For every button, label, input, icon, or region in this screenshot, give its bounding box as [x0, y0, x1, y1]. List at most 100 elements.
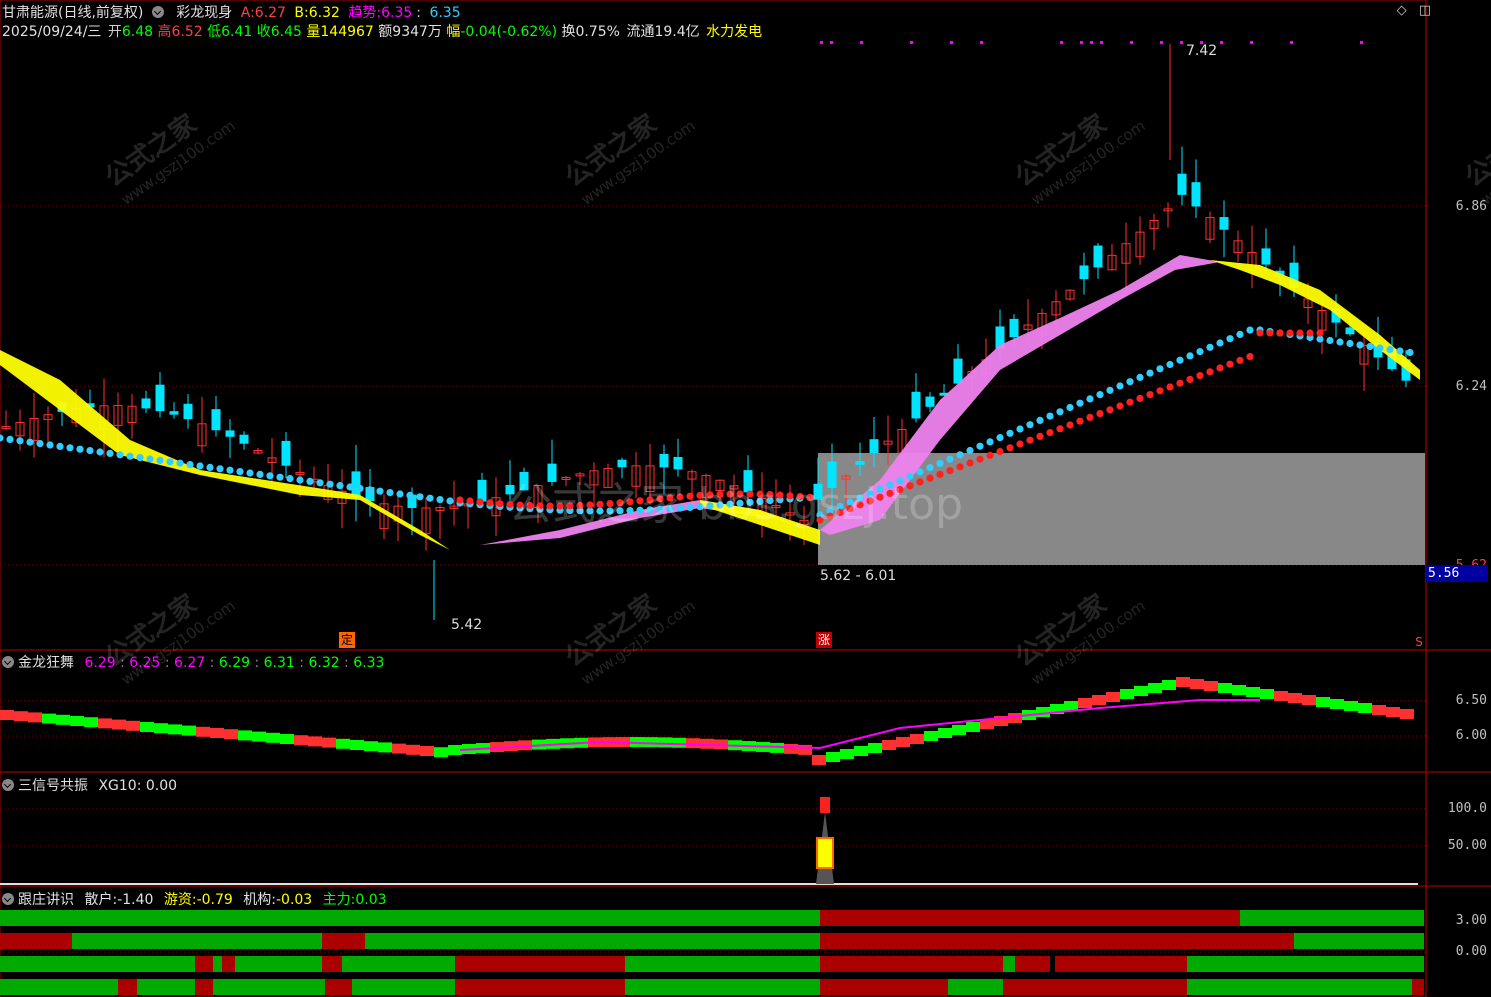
pane3-band-segment	[455, 956, 625, 972]
pane3-band-segment	[352, 979, 455, 995]
pane2-tick-2: 50.00	[1447, 838, 1487, 853]
pane2-xg-label: XG10:	[98, 778, 142, 794]
ma-dot-blue	[1076, 399, 1084, 407]
candle-body	[1177, 173, 1187, 195]
ma-dot-blue	[1196, 348, 1204, 356]
ma-dot-blue	[206, 463, 214, 471]
pane1-step	[1302, 695, 1316, 705]
ma-dot-blue	[1376, 344, 1384, 352]
ma-dot-blue	[6, 435, 14, 443]
diamond-icon[interactable]: ◇	[1397, 3, 1407, 18]
chevron-down-icon[interactable]	[151, 6, 164, 18]
ma-dot-blue	[56, 442, 64, 450]
ma-dot-blue	[1096, 391, 1104, 399]
pane3-title[interactable]: 跟庄讲识	[18, 892, 74, 908]
b-value: 6.32	[308, 5, 340, 21]
ma-dot-blue	[156, 456, 164, 464]
pane1-step	[1092, 695, 1106, 705]
pane1-step	[42, 713, 56, 724]
top-marker	[1360, 41, 1363, 44]
ma-dot-blue	[296, 476, 304, 484]
ma-dot-red	[1196, 372, 1204, 380]
ma-dot-blue	[446, 497, 454, 505]
pane2-xg-value: 0.00	[145, 778, 178, 794]
pane3-band-segment	[1187, 979, 1412, 995]
candle-body	[1093, 245, 1103, 268]
ma-dot-red	[1176, 379, 1184, 387]
ma-dot-red	[1296, 329, 1304, 337]
pane1-title[interactable]: 金龙狂舞	[18, 655, 74, 671]
ma-dot-blue	[936, 459, 944, 467]
open-label: 开	[107, 24, 122, 40]
pane2-tick-1: 100.0	[1447, 801, 1487, 816]
ma-dot-red	[1016, 440, 1024, 448]
pane1-header: 金龙狂舞 6.29 : 6.25 : 6.27 : 6.29 : 6.31 : …	[2, 652, 384, 672]
ma-dot-blue	[1186, 352, 1194, 360]
pane1-step	[1386, 707, 1400, 717]
pane1-step	[1316, 697, 1330, 707]
close-value: 6.45	[270, 24, 302, 40]
ma-dot-blue	[106, 449, 114, 457]
chevron-down-icon[interactable]	[2, 893, 14, 905]
ma-dot-blue	[946, 455, 954, 463]
candle-body	[155, 384, 165, 412]
header-line-1: 甘肃能源(日线,前复权) 彩龙现身 A:6.27 B:6.32 趋势:6.35:…	[2, 5, 461, 21]
pane2-title[interactable]: 三信号共振	[18, 778, 88, 794]
ma-dot-blue	[1236, 330, 1244, 338]
indicator-toggle[interactable]	[151, 5, 168, 21]
pane1-step	[1078, 698, 1092, 708]
center-watermark: 公式之家 bbs.gszj.top	[508, 479, 964, 530]
top-marker	[1220, 41, 1223, 44]
ma-dot-red	[1256, 329, 1264, 337]
pane3-tick-2: 0.00	[1455, 944, 1487, 959]
chevron-down-icon[interactable]	[2, 656, 14, 668]
candle-body	[1191, 182, 1201, 207]
main-value: 0.03	[355, 892, 387, 908]
stock-name[interactable]: 甘肃能源(日线,前复权)	[2, 5, 143, 21]
pane1-step	[308, 736, 322, 747]
concept-tag[interactable]: 水力发电	[706, 24, 762, 40]
ma-dot-red	[1146, 391, 1154, 399]
low-value: 6.41	[221, 24, 253, 40]
ma-dot-blue	[1126, 378, 1134, 386]
pane1-step	[238, 730, 252, 741]
ma-dot-red	[1056, 425, 1064, 433]
pane1-step	[1344, 701, 1358, 711]
chevron-down-icon[interactable]	[2, 779, 14, 791]
pane1-step	[28, 712, 42, 723]
pane3-band-segment	[213, 979, 235, 995]
amount-value: 额9347万	[378, 24, 442, 40]
ma-dot-blue	[1136, 373, 1144, 381]
pane1-step	[14, 711, 28, 722]
ma-dot-red	[486, 499, 494, 507]
ma-dot-blue	[1026, 421, 1034, 429]
top-marker	[830, 41, 833, 44]
indicator-name[interactable]: 彩龙现身	[176, 5, 232, 21]
pane3-band-segment	[195, 956, 213, 972]
trend-label: 趋势:	[348, 5, 382, 21]
pane3-band-segment	[322, 933, 365, 949]
signal-s: S	[1415, 635, 1423, 649]
pane1-step	[1204, 681, 1218, 691]
pane1-step	[56, 714, 70, 725]
pane1-step	[448, 745, 462, 755]
ma-dot-blue	[346, 483, 354, 491]
inst-value: -0.03	[275, 892, 313, 908]
ma-dot-blue	[406, 491, 414, 499]
window-icon[interactable]: ◫	[1419, 3, 1431, 18]
ma-dot-red	[1086, 413, 1094, 421]
ma-dot-red	[1316, 329, 1324, 337]
ma-dot-blue	[1216, 339, 1224, 347]
ma-dot-red	[1106, 406, 1114, 414]
pane1-step	[378, 742, 392, 753]
ma-dot-blue	[146, 455, 154, 463]
pane3-band-segment	[625, 956, 640, 972]
header-line-2: 2025/09/24/三 开6.48 高6.52 低6.41 收6.45 量14…	[2, 21, 766, 41]
ma-dot-red	[456, 496, 464, 504]
pane3-band-segment	[820, 979, 948, 995]
ma-dot-blue	[1166, 360, 1174, 369]
ma-dot-red	[1076, 417, 1084, 425]
pane1-step	[686, 738, 700, 749]
main-label: 主力:	[322, 892, 356, 908]
pane3-band-segment	[1055, 956, 1187, 972]
